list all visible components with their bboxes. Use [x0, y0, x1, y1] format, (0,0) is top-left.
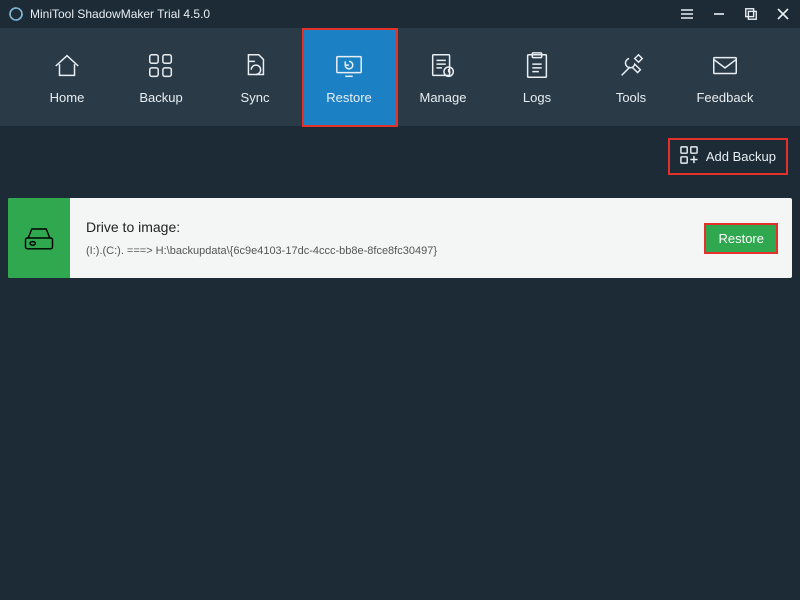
nav-logs[interactable]: Logs: [490, 28, 584, 126]
app-title: MiniTool ShadowMaker Trial 4.5.0: [30, 7, 678, 21]
menu-icon[interactable]: [678, 5, 696, 23]
nav-label: Manage: [420, 90, 467, 105]
add-backup-icon: [680, 146, 698, 167]
feedback-icon: [709, 50, 741, 82]
manage-icon: [427, 50, 459, 82]
backup-card: Drive to image: (I:).(C:). ===> H:\backu…: [8, 198, 792, 278]
nav-backup[interactable]: Backup: [114, 28, 208, 126]
add-backup-button[interactable]: Add Backup: [668, 138, 788, 175]
nav-label: Feedback: [696, 90, 753, 105]
nav-restore[interactable]: Restore: [302, 28, 396, 126]
nav-home[interactable]: Home: [20, 28, 114, 126]
nav-label: Logs: [523, 90, 551, 105]
sync-icon: [239, 50, 271, 82]
add-backup-label: Add Backup: [706, 149, 776, 164]
card-path: (I:).(C:). ===> H:\backupdata\{6c9e4103-…: [86, 245, 688, 257]
main-nav: Home Backup Sync Restore Manage Logs Too…: [0, 28, 800, 126]
restore-button[interactable]: Restore: [704, 223, 778, 254]
drive-icon: [8, 198, 70, 278]
home-icon: [51, 50, 83, 82]
nav-tools[interactable]: Tools: [584, 28, 678, 126]
logs-icon: [521, 50, 553, 82]
nav-manage[interactable]: Manage: [396, 28, 490, 126]
restore-icon: [333, 50, 365, 82]
nav-label: Tools: [616, 90, 646, 105]
close-icon[interactable]: [774, 5, 792, 23]
backup-icon: [145, 50, 177, 82]
nav-label: Restore: [326, 90, 372, 105]
nav-label: Backup: [139, 90, 182, 105]
nav-label: Home: [50, 90, 85, 105]
nav-label: Sync: [241, 90, 270, 105]
maximize-icon[interactable]: [742, 5, 760, 23]
card-body: Drive to image: (I:).(C:). ===> H:\backu…: [70, 198, 704, 278]
minimize-icon[interactable]: [710, 5, 728, 23]
window-controls: [678, 5, 792, 23]
titlebar: MiniTool ShadowMaker Trial 4.5.0: [0, 0, 800, 28]
app-logo-icon: [8, 6, 24, 22]
content-area: Add Backup Drive to image: (I:).(C:). ==…: [0, 126, 800, 294]
nav-feedback[interactable]: Feedback: [678, 28, 772, 126]
card-action: Restore: [704, 198, 792, 278]
tools-icon: [615, 50, 647, 82]
card-title: Drive to image:: [86, 219, 688, 235]
nav-sync[interactable]: Sync: [208, 28, 302, 126]
